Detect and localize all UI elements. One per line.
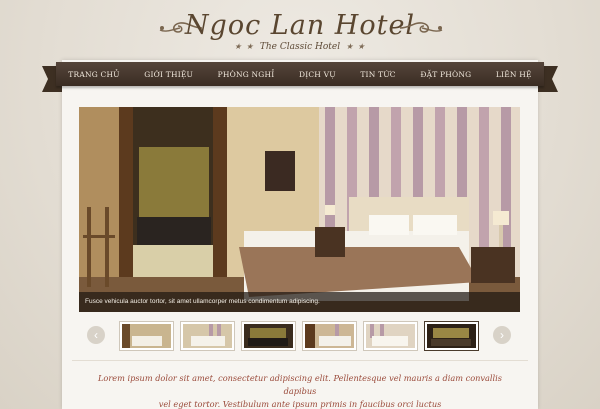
nav-item-about[interactable]: GIỚI THIỆU bbox=[132, 70, 205, 79]
tagline-stars-right: ★ ★ bbox=[345, 42, 366, 51]
site-logo[interactable]: Ngoc Lan Hotel ★ ★ The Classic Hotel ★ ★ bbox=[0, 8, 600, 58]
flourish-right-icon bbox=[399, 22, 443, 33]
slider-next-button[interactable]: › bbox=[493, 326, 511, 344]
intro-text: Lorem ipsum dolor sit amet, consectetur … bbox=[88, 372, 512, 409]
nav-bar: TRANG CHỦ GIỚI THIỆU PHÒNG NGHỈ DỊCH VỤ … bbox=[56, 62, 544, 86]
thumbnail[interactable] bbox=[119, 321, 174, 351]
thumbnail-image bbox=[366, 324, 415, 348]
thumbnail-image bbox=[427, 324, 476, 348]
thumbnail-strip: ‹ › bbox=[79, 318, 520, 356]
tagline-stars-left: ★ ★ bbox=[234, 42, 255, 51]
chevron-left-icon: ‹ bbox=[94, 328, 98, 342]
main-navigation: TRANG CHỦ GIỚI THIỆU PHÒNG NGHỈ DỊCH VỤ … bbox=[42, 62, 558, 92]
thumbnail-active[interactable] bbox=[424, 321, 479, 351]
nav-item-home[interactable]: TRANG CHỦ bbox=[56, 70, 132, 79]
hotel-room-image bbox=[79, 107, 520, 312]
thumbnail-image bbox=[183, 324, 232, 348]
thumbnail[interactable] bbox=[363, 321, 418, 351]
chevron-right-icon: › bbox=[500, 328, 504, 342]
nav-item-services[interactable]: DỊCH VỤ bbox=[287, 70, 348, 79]
tagline-text: The Classic Hotel bbox=[259, 42, 341, 52]
slider-prev-button[interactable]: ‹ bbox=[87, 326, 105, 344]
hero-slider[interactable]: Fusce vehicula auctor tortor, sit amet u… bbox=[79, 107, 520, 312]
thumbnail[interactable] bbox=[302, 321, 357, 351]
thumbnail[interactable] bbox=[241, 321, 296, 351]
thumbnail[interactable] bbox=[180, 321, 235, 351]
nav-item-rooms[interactable]: PHÒNG NGHỈ bbox=[205, 70, 286, 79]
intro-line-1: Lorem ipsum dolor sit amet, consectetur … bbox=[98, 373, 502, 396]
site-tagline: ★ ★ The Classic Hotel ★ ★ bbox=[0, 42, 600, 52]
slider-caption: Fusce vehicula auctor tortor, sit amet u… bbox=[79, 292, 520, 312]
thumbnail-image bbox=[244, 324, 293, 348]
nav-item-booking[interactable]: ĐẶT PHÒNG bbox=[408, 70, 484, 79]
section-divider bbox=[72, 360, 528, 361]
thumbnail-image bbox=[122, 324, 171, 348]
thumbnail-image bbox=[305, 324, 354, 348]
intro-line-2: vel eget tortor. Vestibulum ante ipsum p… bbox=[158, 399, 442, 409]
site-title: Ngoc Lan Hotel bbox=[184, 10, 416, 41]
nav-item-news[interactable]: TIN TỨC bbox=[348, 70, 408, 79]
nav-item-contact[interactable]: LIÊN HỆ bbox=[484, 70, 544, 79]
